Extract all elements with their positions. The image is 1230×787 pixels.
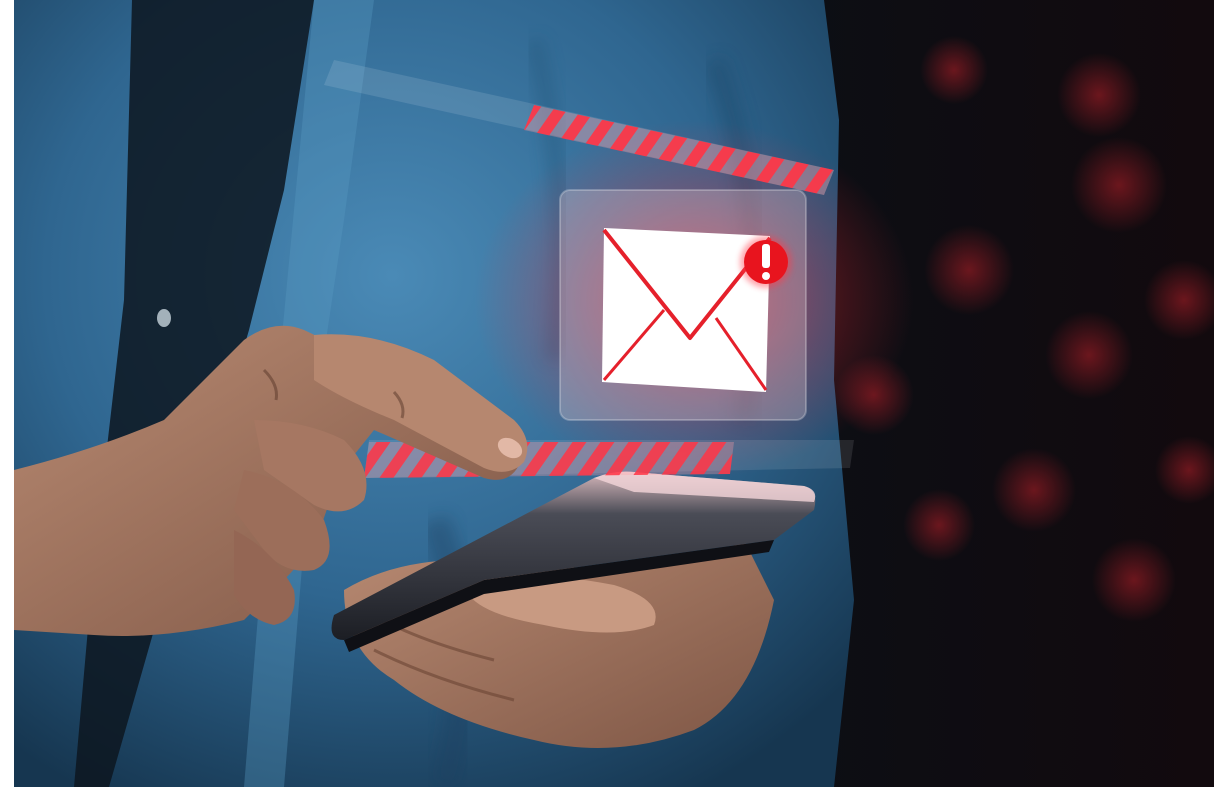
envelope-alert-panel — [559, 189, 807, 421]
scene-illustration — [14, 0, 1214, 787]
alert-exclamation-badge-icon — [740, 236, 792, 288]
photo-scene — [14, 0, 1214, 787]
